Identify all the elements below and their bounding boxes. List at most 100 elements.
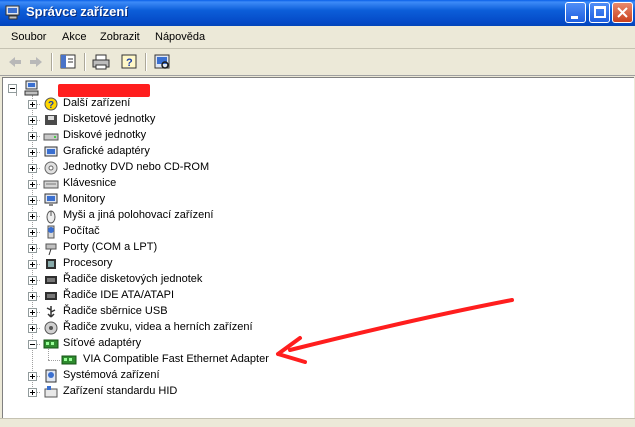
- display-adapter-icon: [44, 146, 58, 157]
- hid-icon: [44, 386, 58, 398]
- tree-category-label: Myši a jiná polohovací zařízení: [63, 209, 214, 221]
- expand-toggle[interactable]: [28, 388, 37, 397]
- tree-line: [48, 360, 60, 361]
- maximize-button[interactable]: [589, 2, 610, 23]
- tree-category-12[interactable]: Řadiče IDE ATA/ATAPI: [23, 288, 423, 304]
- expand-toggle[interactable]: [28, 292, 37, 301]
- tree-category-11[interactable]: Řadiče disketových jednotek: [23, 272, 423, 288]
- tree-category-15[interactable]: Síťové adaptéry: [23, 336, 423, 352]
- tree-category-1[interactable]: Disketové jednotky: [23, 112, 423, 128]
- collapse-toggle[interactable]: [8, 84, 17, 93]
- computer-small-icon: [47, 225, 55, 239]
- network-card-icon: [61, 355, 77, 365]
- keyboard-icon: [43, 180, 59, 189]
- expand-toggle[interactable]: [28, 324, 37, 333]
- properties-pane-icon[interactable]: [57, 52, 79, 72]
- tree-root[interactable]: [7, 80, 207, 97]
- minimize-button[interactable]: [565, 2, 586, 23]
- tree-category-13[interactable]: Řadiče sběrnice USB: [23, 304, 423, 320]
- mouse-icon: [46, 210, 56, 224]
- tree-category-label: Monitory: [63, 193, 106, 205]
- expand-toggle[interactable]: [28, 148, 37, 157]
- expand-toggle[interactable]: [28, 276, 37, 285]
- tree-category-label: Řadiče zvuku, videa a herních zařízení: [63, 321, 253, 333]
- tree-category-10[interactable]: Procesory: [23, 256, 423, 272]
- help-icon[interactable]: ?: [118, 52, 140, 72]
- tree-category-6[interactable]: Monitory: [23, 192, 423, 208]
- expand-toggle[interactable]: [28, 212, 37, 221]
- menu-action[interactable]: Akce: [62, 31, 86, 43]
- collapse-toggle[interactable]: [28, 340, 37, 349]
- tree-category-label: Počítač: [63, 225, 100, 237]
- tree-category-5[interactable]: Klávesnice: [23, 176, 423, 192]
- tree-category-label: Řadiče disketových jednotek: [63, 273, 203, 285]
- back-arrow-icon[interactable]: [4, 52, 26, 72]
- unknown-device-icon: ?: [44, 97, 58, 111]
- svg-text:?: ?: [126, 57, 133, 69]
- tree-device-item[interactable]: VIA Compatible Fast Ethernet Adapter: [41, 352, 441, 368]
- menu-file[interactable]: Soubor: [11, 31, 46, 43]
- tree-category-4[interactable]: Jednotky DVD nebo CD-ROM: [23, 160, 423, 176]
- tree-category-label: Řadiče IDE ATA/ATAPI: [63, 289, 175, 301]
- menu-help[interactable]: Nápověda: [155, 31, 205, 43]
- forward-arrow-icon[interactable]: [25, 52, 47, 72]
- tree-category-0[interactable]: ? Další zařízení: [23, 96, 423, 112]
- system-device-icon: [45, 369, 57, 383]
- tree-category-label: Řadiče sběrnice USB: [63, 305, 168, 317]
- network-adapter-icon: [43, 339, 59, 349]
- print-icon[interactable]: [90, 52, 112, 72]
- window-title: Správce zařízení: [26, 4, 128, 19]
- computer-icon: [24, 80, 39, 96]
- expand-toggle[interactable]: [28, 164, 37, 173]
- tree-category-label: Diskové jednotky: [63, 129, 147, 141]
- scan-hardware-icon[interactable]: [151, 52, 173, 72]
- tree-category-label: Síťové adaptéry: [63, 337, 142, 349]
- tree-category-label: Disketové jednotky: [63, 113, 156, 125]
- expand-toggle[interactable]: [28, 100, 37, 109]
- toolbar-separator: [145, 53, 147, 71]
- tree-category-label: Procesory: [63, 257, 113, 269]
- toolbar: ?: [0, 49, 635, 76]
- close-icon: [617, 7, 628, 18]
- sound-icon: [44, 321, 58, 335]
- computer-management-icon: [5, 5, 20, 20]
- minimize-icon: [571, 16, 578, 19]
- tree-category-3[interactable]: Grafické adaptéry: [23, 144, 423, 160]
- expand-toggle[interactable]: [28, 372, 37, 381]
- expand-toggle[interactable]: [28, 244, 37, 253]
- expand-toggle[interactable]: [28, 228, 37, 237]
- ide-controller-icon: [45, 292, 57, 300]
- tree-category-label: Klávesnice: [63, 177, 117, 189]
- tree-category-8[interactable]: Počítač: [23, 224, 423, 240]
- tree-category-2[interactable]: Diskové jednotky: [23, 128, 423, 144]
- tree-category-label: Systémová zařízení: [63, 369, 160, 381]
- expand-toggle[interactable]: [28, 180, 37, 189]
- monitor-icon: [44, 193, 58, 206]
- expand-toggle[interactable]: [28, 308, 37, 317]
- port-icon: [45, 243, 57, 256]
- expand-toggle[interactable]: [28, 132, 37, 141]
- toolbar-separator: [51, 53, 53, 71]
- tree-category-label: Porty (COM a LPT): [63, 241, 158, 253]
- tree-category-14[interactable]: Řadiče zvuku, videa a herních zařízení: [23, 320, 423, 336]
- title-bar[interactable]: Správce zařízení: [0, 0, 635, 26]
- toolbar-separator: [84, 53, 86, 71]
- expand-toggle[interactable]: [28, 116, 37, 125]
- tree-device-label: VIA Compatible Fast Ethernet Adapter: [83, 353, 269, 365]
- tree-category-label: Zařízení standardu HID: [63, 385, 178, 397]
- device-tree[interactable]: ? Další zařízení Disketové jednotky Diskové…: [2, 77, 634, 418]
- cdrom-icon: [44, 161, 58, 175]
- floppy-controller-icon: [45, 276, 57, 284]
- expand-toggle[interactable]: [28, 196, 37, 205]
- maximize-icon: [594, 6, 606, 18]
- disk-drive-icon: [43, 133, 59, 141]
- tree-category-7[interactable]: Myši a jiná polohovací zařízení: [23, 208, 423, 224]
- svg-text:?: ?: [48, 100, 54, 111]
- menu-view[interactable]: Zobrazit: [100, 31, 140, 43]
- tree-category-9[interactable]: Porty (COM a LPT): [23, 240, 423, 256]
- close-button[interactable]: [612, 2, 633, 23]
- menu-bar: Soubor Akce Zobrazit Nápověda: [0, 26, 635, 49]
- tree-category-17[interactable]: Zařízení standardu HID: [23, 384, 423, 400]
- expand-toggle[interactable]: [28, 260, 37, 269]
- tree-category-16[interactable]: Systémová zařízení: [23, 368, 423, 384]
